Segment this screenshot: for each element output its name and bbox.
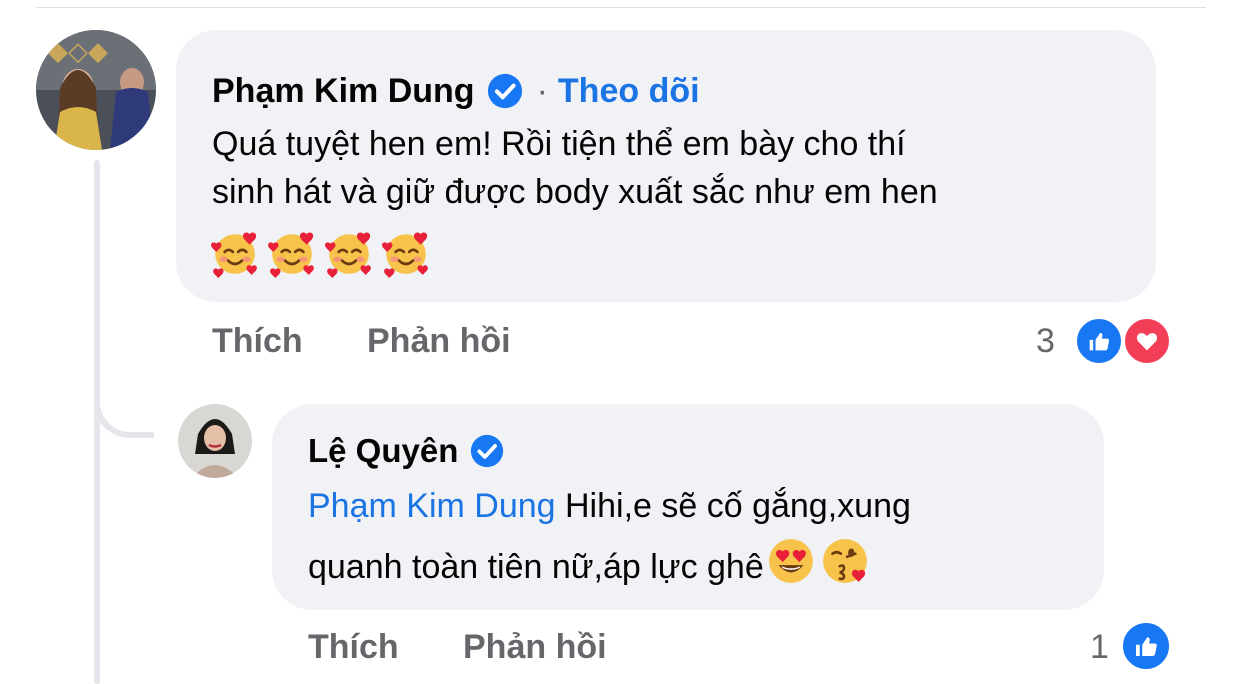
like-reaction-icon[interactable] — [1120, 620, 1172, 672]
smiling-face-with-hearts-icon — [324, 228, 374, 278]
svg-text:◆◇◆: ◆◇◆ — [48, 37, 108, 67]
comment-text-line: Quá tuyệt hen em! Rồi tiện thể em bày ch… — [212, 125, 906, 163]
verified-badge-icon — [487, 73, 523, 109]
reply-text-fragment: Hihi,e sẽ cố gắng,xung — [555, 487, 911, 525]
smiling-face-with-hearts-icon — [267, 228, 317, 278]
reply-text-line: Phạm Kim Dung Hihi,e sẽ cố gắng,xung — [308, 476, 1098, 536]
like-reaction-icon[interactable] — [1074, 316, 1124, 366]
follow-button[interactable]: Theo dõi — [558, 72, 700, 111]
love-reaction-icon[interactable] — [1122, 316, 1172, 366]
separator-dot: · — [536, 71, 548, 110]
avatar-comment-author[interactable]: ◆◇◆ — [36, 30, 156, 150]
smiling-face-with-hearts-icon — [381, 228, 431, 278]
mention-link[interactable]: Phạm Kim Dung — [308, 487, 556, 525]
reply-author-name[interactable]: Lệ Quyên — [308, 432, 458, 470]
reply-text-fragment: quanh toàn tiên nữ,áp lực ghê — [308, 548, 764, 586]
like-button[interactable]: Thích — [212, 322, 303, 361]
reply-header: Lệ Quyên — [308, 428, 504, 474]
reply-reaction-count[interactable]: 1 — [1090, 628, 1109, 667]
verified-badge-icon — [470, 434, 504, 468]
reply-button[interactable]: Phản hồi — [367, 322, 511, 361]
comment-author-name[interactable]: Phạm Kim Dung — [212, 72, 475, 111]
comment-emoji-row — [210, 228, 431, 280]
top-divider — [36, 7, 1206, 8]
reaction-count[interactable]: 3 — [1036, 322, 1055, 361]
reply-connector — [94, 360, 154, 438]
reply-like-button[interactable]: Thích — [308, 628, 399, 667]
smiling-face-with-hearts-icon — [210, 228, 260, 278]
comment-text: Quá tuyệt hen em! Rồi tiện thể em bày ch… — [212, 120, 1142, 216]
heart-eyes-emoji-icon — [766, 536, 816, 586]
reply-text: Phạm Kim Dung Hihi,e sẽ cố gắng,xung qua… — [308, 476, 1098, 597]
comment-text-line: sinh hát và giữ được body xuất sắc như e… — [212, 173, 938, 211]
reply-reply-button[interactable]: Phản hồi — [463, 628, 607, 667]
comment-header: Phạm Kim Dung · Theo dõi — [212, 68, 700, 114]
avatar-reply-author[interactable] — [178, 404, 252, 478]
face-blowing-kiss-emoji-icon — [820, 536, 870, 586]
reply-text-line: quanh toàn tiên nữ,áp lực ghê — [308, 536, 1098, 597]
